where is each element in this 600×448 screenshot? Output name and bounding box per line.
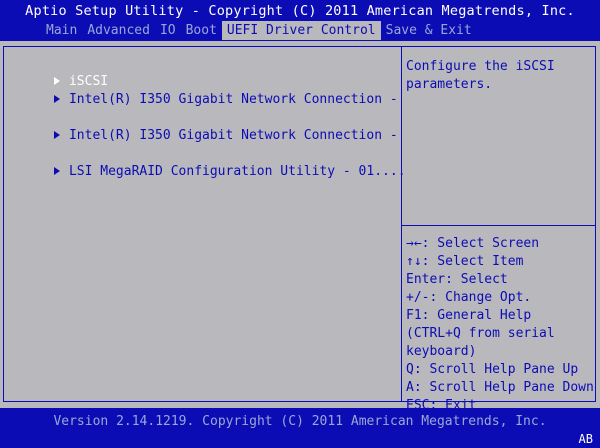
menu-item-lsi-megaraid[interactable]: LSI MegaRAID Configuration Utility - 01.… — [7, 145, 406, 179]
tab-bar: Main Advanced IO Boot UEFI Driver Contro… — [0, 21, 477, 40]
status-badge: AB — [578, 432, 593, 446]
key-enter-select: Enter: Select — [406, 272, 508, 287]
title-bar: Aptio Setup Utility - Copyright (C) 2011… — [0, 0, 600, 41]
key-select-item: ↑↓: Select Item — [406, 254, 524, 269]
menu-item-label: Intel(R) I350 Gigabit Network Connection… — [68, 92, 398, 107]
version-text: Version 2.14.1219. Copyright (C) 2011 Am… — [53, 414, 547, 429]
tab-uefi-driver-control[interactable]: UEFI Driver Control — [221, 21, 381, 40]
help-separator — [402, 225, 595, 226]
menu-item-label: LSI MegaRAID Configuration Utility - 01.… — [68, 164, 406, 179]
key-scroll-up: Q: Scroll Help Pane Up — [406, 362, 579, 377]
key-ctrl-q-note: (CTRL+Q from serial — [406, 326, 555, 341]
key-scroll-down: A: Scroll Help Pane Down — [406, 380, 594, 395]
menu-item-intel-i350-2[interactable]: Intel(R) I350 Gigabit Network Connection… — [7, 109, 398, 143]
key-select-screen: →←: Select Screen — [406, 236, 540, 251]
main-frame: iSCSI Intel(R) I350 Gigabit Network Conn… — [0, 41, 600, 413]
tab-io[interactable]: IO — [155, 21, 181, 40]
submenu-arrow-icon — [53, 166, 60, 175]
menu-item-label: Intel(R) I350 Gigabit Network Connection… — [68, 128, 398, 143]
key-change-opt: +/-: Change Opt. — [406, 290, 532, 305]
status-bar: Version 2.14.1219. Copyright (C) 2011 Am… — [0, 408, 600, 448]
menu-item-intel-i350-1[interactable]: Intel(R) I350 Gigabit Network Connection… — [7, 73, 398, 107]
help-description: Configure the iSCSI parameters. — [406, 59, 555, 92]
key-legend: →←: Select Screen ↑↓: Select Item Enter:… — [406, 235, 596, 415]
tab-advanced[interactable]: Advanced — [82, 21, 155, 40]
tab-save-exit[interactable]: Save & Exit — [381, 21, 477, 40]
tab-main[interactable]: Main — [41, 21, 82, 40]
key-general-help: F1: General Help — [406, 308, 532, 323]
menu-item-iscsi[interactable]: iSCSI — [7, 55, 108, 89]
submenu-arrow-icon — [53, 94, 60, 103]
key-keyboard-note: keyboard) — [406, 344, 477, 359]
tab-boot[interactable]: Boot — [181, 21, 222, 40]
submenu-arrow-icon — [53, 130, 60, 139]
app-title: Aptio Setup Utility - Copyright (C) 2011… — [25, 3, 575, 19]
